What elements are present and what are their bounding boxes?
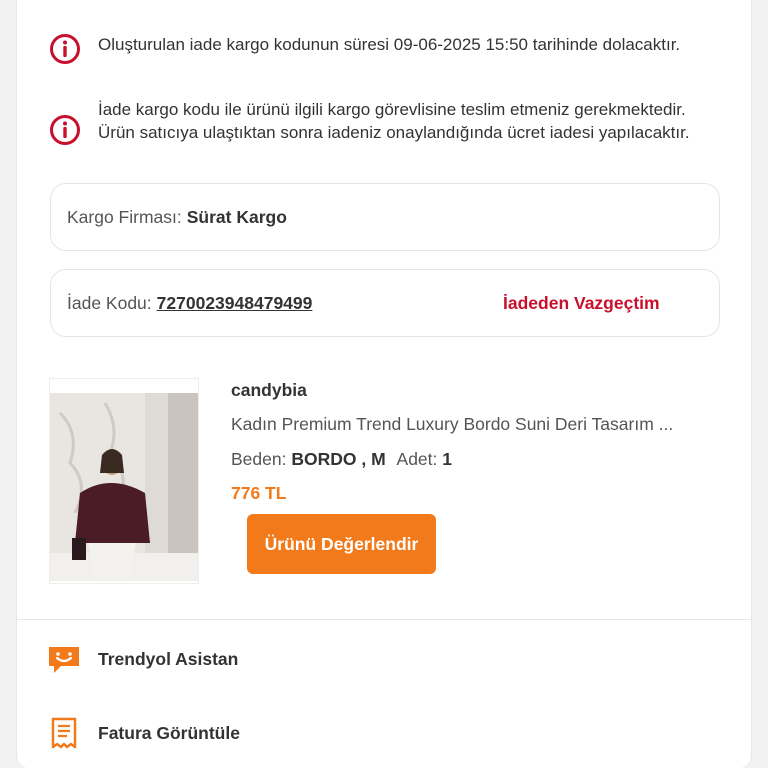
section-divider [17,619,751,620]
chat-assistant-icon [47,642,81,676]
size-value: BORDO , M [291,449,386,469]
info-circle-icon [49,114,81,146]
shipping-company-box: Kargo Firması: Sürat Kargo [50,183,720,251]
instruction-notice: İade kargo kodu ile ürünü ilgili kargo g… [49,98,709,146]
return-code-box: İade Kodu: 7270023948479499 İadeden Vazg… [50,269,720,337]
product-variant: Beden: BORDO , M Adet: 1 [231,449,452,470]
size-label: Beden: [231,449,287,469]
quantity-value: 1 [442,449,453,469]
shipping-label: Kargo Firması: [67,206,182,227]
product-image[interactable] [49,378,199,584]
trendyol-assistant-item[interactable]: Trendyol Asistan [47,642,238,676]
info-circle-icon [49,33,81,65]
order-return-card: Oluşturulan iade kargo kodunun süresi 09… [16,0,752,768]
return-code-label: İade Kodu: [67,292,152,313]
rate-product-button[interactable]: Ürünü Değerlendir [247,514,436,574]
notice-text: Oluşturulan iade kargo kodunun süresi 09… [98,35,681,54]
product-price: 776 TL [231,483,287,503]
shipping-company: Sürat Kargo [186,206,287,227]
cancel-return-button[interactable]: İadeden Vazgeçtim [503,293,660,314]
menu-item-label: Fatura Görüntüle [98,722,240,743]
invoice-icon [47,716,81,750]
seller-name[interactable]: candybia [231,380,307,401]
notice-text: İade kargo kodu ile ürünü ilgili kargo g… [98,100,690,142]
quantity-label: Adet: [396,449,438,469]
menu-item-label: Trendyol Asistan [98,648,239,669]
expiry-notice: Oluşturulan iade kargo kodunun süresi 09… [49,33,709,65]
product-name[interactable]: Kadın Premium Trend Luxury Bordo Suni De… [231,414,673,435]
return-code-link[interactable]: 7270023948479499 [157,293,313,314]
view-invoice-item[interactable]: Fatura Görüntüle [47,716,240,750]
